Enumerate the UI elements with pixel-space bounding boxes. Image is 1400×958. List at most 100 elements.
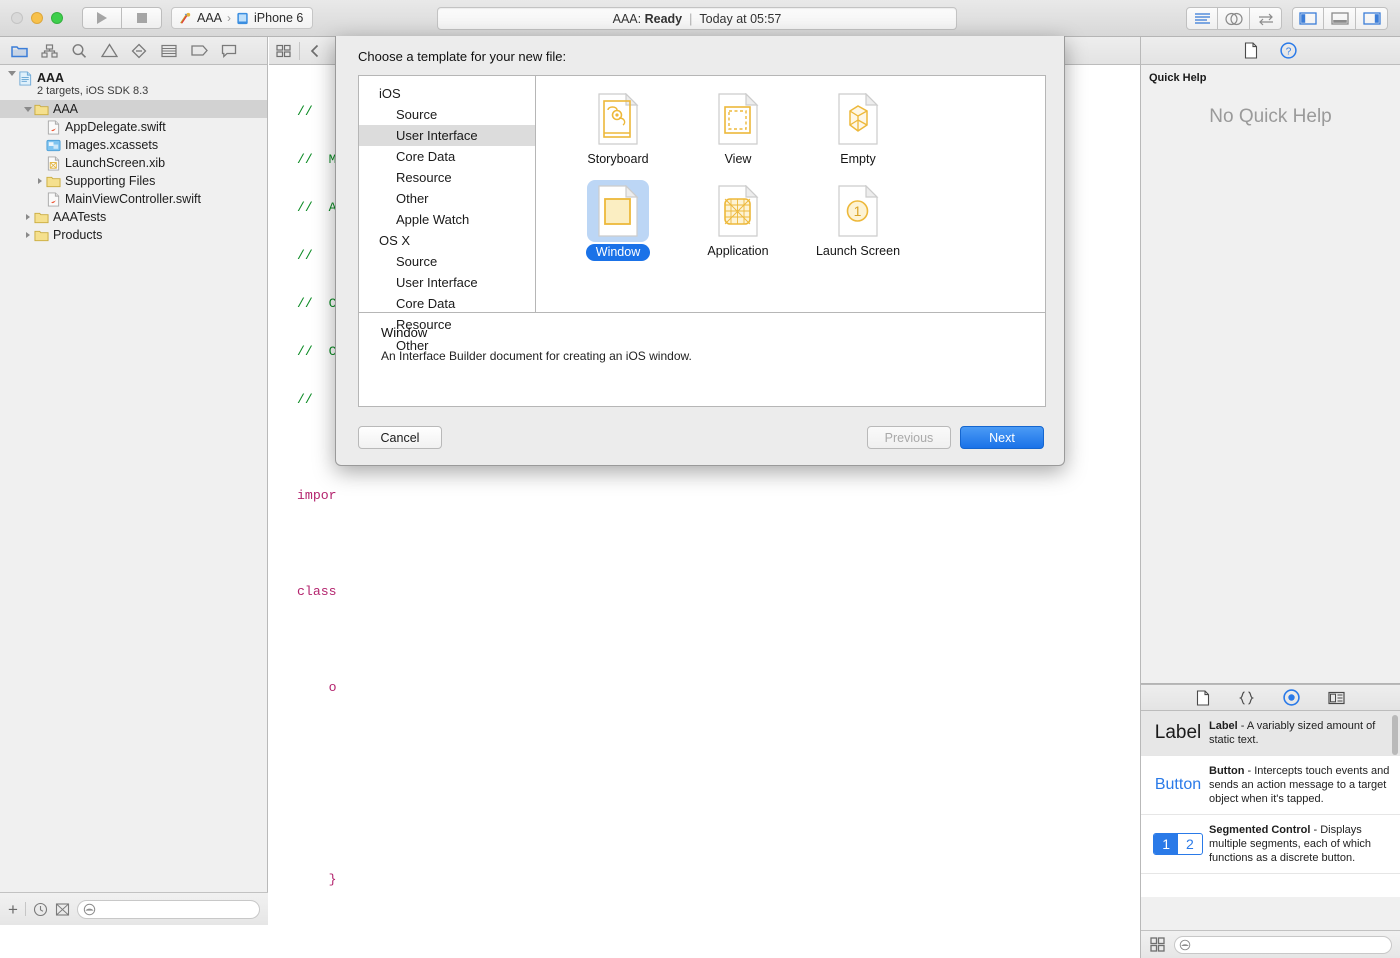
status-state: Ready — [644, 11, 683, 26]
inspector-tab-bar: ? — [1141, 37, 1400, 65]
library-tab-bar — [1141, 685, 1400, 711]
list-item[interactable]: MainViewController.swift — [0, 190, 267, 208]
library-bottom-bar — [1141, 930, 1400, 958]
category-osx-core-data[interactable]: Core Data — [359, 293, 535, 314]
tab-symbol-navigator[interactable] — [34, 39, 64, 63]
template-icon-wrap — [707, 180, 769, 242]
media-library-icon[interactable] — [1328, 691, 1345, 705]
navigator-pane: AAA 2 targets, iOS SDK 8.3 AAA AppDelega… — [0, 37, 268, 925]
category-list[interactable]: iOS Source User Interface Core Data Reso… — [359, 76, 536, 353]
scheme-project-label: AAA — [197, 11, 223, 25]
add-file-button[interactable]: + — [8, 901, 18, 918]
category-ios-resource[interactable]: Resource — [359, 167, 535, 188]
scheme-selector[interactable]: AAA › iPhone 6 — [171, 7, 314, 29]
swift-file-icon — [47, 191, 60, 207]
run-button[interactable] — [82, 7, 122, 29]
editor-version-button[interactable] — [1250, 7, 1282, 30]
editor-assistant-button[interactable] — [1218, 7, 1250, 30]
object-library-icon[interactable] — [1283, 689, 1300, 706]
chevron-right-icon[interactable] — [34, 178, 46, 184]
chevron-down-icon[interactable] — [6, 71, 18, 76]
list-item[interactable]: Label Label - A variably sized amount of… — [1141, 711, 1400, 756]
category-ios-source[interactable]: Source — [359, 104, 535, 125]
chevron-right-icon[interactable] — [22, 214, 34, 220]
list-item[interactable]: AppDelegate.swift — [0, 118, 267, 136]
list-item[interactable]: 1 2 Segmented Control - Displays multipl… — [1141, 815, 1400, 874]
cancel-button[interactable]: Cancel — [358, 426, 442, 449]
list-item-title: Button — [1209, 765, 1245, 777]
list-item-label: Products — [53, 228, 103, 242]
category-ios-other[interactable]: Other — [359, 188, 535, 209]
list-item[interactable]: AAA — [0, 100, 267, 118]
chevron-down-icon[interactable] — [22, 106, 34, 112]
svg-text:1: 1 — [854, 203, 862, 219]
list-item[interactable]: AAATests — [0, 208, 267, 226]
library-scrollbar[interactable] — [1392, 715, 1398, 755]
list-item[interactable]: Supporting Files — [0, 172, 267, 190]
clock-icon[interactable] — [33, 902, 48, 917]
template-application[interactable]: Application — [678, 180, 798, 261]
tab-issue-navigator[interactable] — [94, 39, 124, 63]
template-launch-screen[interactable]: 1 Launch Screen — [798, 180, 918, 261]
navigate-back-button[interactable] — [300, 37, 330, 65]
chevron-right-icon[interactable] — [22, 232, 34, 238]
category-osx-source[interactable]: Source — [359, 251, 535, 272]
template-icon-wrap — [587, 180, 649, 242]
file-template-library-icon[interactable] — [1196, 689, 1210, 706]
category-ios-user-interface[interactable]: User Interface — [359, 125, 535, 146]
navigator-filter-field[interactable] — [76, 899, 260, 919]
folder-icon — [10, 45, 28, 57]
diamond-icon — [131, 43, 147, 58]
tab-report-navigator[interactable] — [214, 39, 244, 63]
object-library-list[interactable]: Label Label - A variably sized amount of… — [1141, 711, 1400, 897]
minimize-window-button[interactable] — [31, 12, 43, 24]
tab-test-navigator[interactable] — [124, 39, 154, 63]
inspector-area: ? Quick Help No Quick Help — [1141, 37, 1400, 685]
template-label: Launch Screen — [815, 244, 901, 258]
utilities-divider[interactable] — [1141, 683, 1400, 684]
toggle-debug-area-button[interactable] — [1324, 7, 1356, 30]
stop-button[interactable] — [122, 7, 162, 29]
tab-project-navigator[interactable] — [4, 39, 34, 63]
template-window[interactable]: Window — [558, 180, 678, 261]
close-window-button[interactable] — [11, 12, 23, 24]
library-filter-field[interactable] — [1174, 935, 1392, 954]
list-item[interactable]: Images.xcassets — [0, 136, 267, 154]
list-item[interactable]: Products — [0, 226, 267, 244]
editor-standard-button[interactable] — [1186, 7, 1218, 30]
category-ios-apple-watch[interactable]: Apple Watch — [359, 209, 535, 230]
previous-button[interactable]: Previous — [867, 426, 951, 449]
related-items-button[interactable] — [269, 37, 299, 65]
project-root-row[interactable]: AAA 2 targets, iOS SDK 8.3 — [0, 70, 267, 100]
storyboard-template-icon — [598, 93, 639, 145]
tab-search-navigator[interactable] — [64, 39, 94, 63]
category-ios-core-data[interactable]: Core Data — [359, 146, 535, 167]
quick-help-inspector-icon[interactable]: ? — [1280, 42, 1297, 59]
file-inspector-icon[interactable] — [1244, 42, 1258, 59]
tab-debug-navigator[interactable] — [154, 39, 184, 63]
source-control-icon[interactable] — [55, 902, 70, 917]
zoom-window-button[interactable] — [51, 12, 63, 24]
xcassets-icon — [46, 139, 61, 151]
toggle-navigator-button[interactable] — [1292, 7, 1324, 30]
code-line: class — [297, 584, 337, 599]
run-stop-group — [82, 7, 162, 29]
tab-breakpoint-navigator[interactable] — [184, 39, 214, 63]
template-view[interactable]: View — [678, 88, 798, 166]
category-osx-user-interface[interactable]: User Interface — [359, 272, 535, 293]
grid-view-icon[interactable] — [1150, 937, 1165, 952]
code-snippet-library-icon[interactable] — [1238, 690, 1255, 706]
template-empty[interactable]: Empty — [798, 88, 918, 166]
list-item[interactable]: Button Button - Intercepts touch events … — [1141, 756, 1400, 815]
list-item[interactable]: LaunchScreen.xib — [0, 154, 267, 172]
template-grid-area: Storyboard View Empty Window Application… — [536, 76, 1045, 312]
toggle-utilities-button[interactable] — [1356, 7, 1388, 30]
template-storyboard[interactable]: Storyboard — [558, 88, 678, 166]
play-icon — [97, 12, 107, 24]
navigator-bottom-bar: + — [0, 892, 268, 925]
launch-screen-template-icon: 1 — [838, 185, 879, 237]
next-button[interactable]: Next — [960, 426, 1044, 449]
template-icon-wrap — [707, 88, 769, 150]
